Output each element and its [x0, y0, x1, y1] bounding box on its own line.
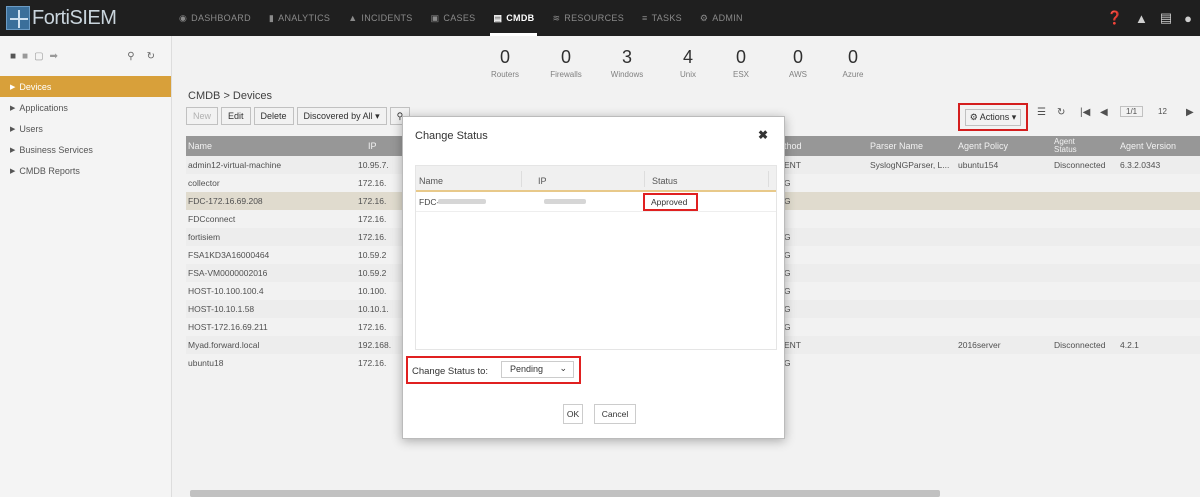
status-cell-approved: Approved [643, 193, 698, 211]
close-icon[interactable]: ✖ [758, 128, 768, 142]
briefcase-icon: ▣ [430, 12, 440, 23]
nav-dashboard[interactable]: ◉ DASHBOARD [170, 0, 260, 36]
fortisiem-logo[interactable]: FortiSIEM [0, 6, 170, 30]
sidebar-item-users[interactable]: ▶ Users [0, 118, 171, 139]
cmdb-sidebar: ■ ■ ▢ ➡ ⚲ ↻ ▶ Devices ▶ Applications ▶ User… [0, 36, 172, 497]
top-right-icons: ❓ ▲ ▤ ● [1107, 0, 1192, 36]
change-status-dialog: Change Status ✖ Name IP Status FDC- [402, 116, 785, 439]
dialog-table-row[interactable]: FDC- [416, 192, 776, 212]
window-icon[interactable]: ▤ [1160, 10, 1172, 26]
redacted-ip [544, 199, 586, 204]
list-icon: ≡ [642, 13, 648, 23]
logo-text: FortiSIEM [32, 6, 117, 29]
warning-icon[interactable]: ▲ [1135, 11, 1148, 26]
dashboard-icon: ◉ [179, 12, 188, 23]
database-icon: ▤ [493, 12, 503, 23]
chevron-down-icon: ⌄ [559, 363, 567, 373]
sidebar-item-cmdb-reports[interactable]: ▶ CMDB Reports [0, 160, 171, 181]
dialog-table-header: Name IP Status [416, 166, 776, 192]
line-chart-icon: ≋ [552, 12, 561, 23]
search-icon[interactable]: ⚲ [127, 51, 134, 62]
dialog-device-table: Name IP Status FDC- [415, 165, 777, 350]
cancel-button[interactable]: Cancel [594, 404, 636, 424]
gears-icon: ⚙ [699, 12, 709, 23]
nav-tasks[interactable]: ≡ TASKS [633, 0, 691, 36]
main-nav: ◉ DASHBOARD ▮ ANALYTICS ▲ INCIDENTS ▣ CASES … [170, 0, 752, 36]
bar-chart-icon: ▮ [268, 12, 275, 23]
top-navigation-bar: FortiSIEM ◉ DASHBOARD ▮ ANALYTICS ▲ INCIDEN… [0, 0, 1200, 36]
copy-folder-icon[interactable]: ▢ [34, 51, 43, 62]
sidebar-item-applications[interactable]: ▶ Applications [0, 97, 171, 118]
redacted-name [438, 199, 486, 204]
nav-resources[interactable]: ≋ RESOURCES [543, 0, 633, 36]
refresh-icon[interactable]: ↻ [147, 51, 155, 62]
add-folder-icon[interactable]: ■ [10, 51, 16, 62]
edit-folder-icon[interactable]: ■ [22, 51, 28, 62]
ok-button[interactable]: OK [563, 404, 583, 424]
caret-right-icon: ▶ [10, 83, 16, 91]
caret-right-icon: ▶ [10, 125, 16, 133]
nav-cases[interactable]: ▣ CASES [422, 0, 485, 36]
nav-incidents[interactable]: ▲ INCIDENTS [339, 0, 421, 36]
user-icon[interactable]: ● [1184, 11, 1192, 26]
help-icon[interactable]: ❓ [1107, 10, 1123, 26]
sidebar-item-business-services[interactable]: ▶ Business Services [0, 139, 171, 160]
change-status-select[interactable]: Pending ⌄ [501, 361, 574, 378]
bell-icon: ▲ [348, 13, 358, 23]
change-status-label: Change Status to: [412, 366, 489, 377]
nav-cmdb[interactable]: ▤ CMDB [484, 0, 543, 36]
sidebar-toolbar: ■ ■ ▢ ➡ ⚲ ↻ [0, 36, 171, 76]
caret-right-icon: ▶ [10, 146, 16, 154]
nav-admin[interactable]: ⚙ ADMIN [691, 0, 752, 36]
move-folder-icon[interactable]: ➡ [50, 51, 58, 62]
logo-icon [6, 6, 30, 30]
nav-analytics[interactable]: ▮ ANALYTICS [260, 0, 339, 36]
sidebar-item-devices[interactable]: ▶ Devices [0, 76, 171, 97]
caret-right-icon: ▶ [10, 104, 16, 112]
dialog-title: Change Status [415, 130, 488, 142]
caret-right-icon: ▶ [10, 167, 16, 175]
